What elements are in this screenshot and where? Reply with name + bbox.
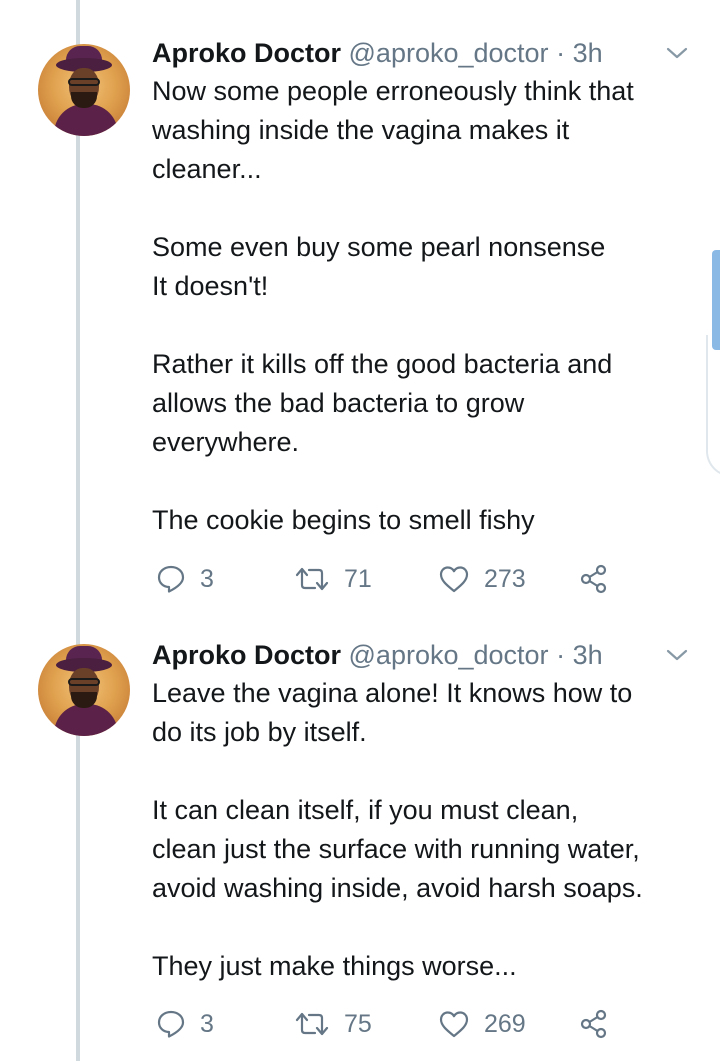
retweet-count: 75 (344, 1009, 372, 1038)
author-handle[interactable]: @aproko_doctor (349, 640, 549, 670)
tweet-text-line: Leave the vagina alone! It knows how to (152, 678, 633, 708)
header-separator: · (556, 640, 566, 670)
reply-button[interactable]: 3 (156, 559, 214, 599)
tweet-timestamp[interactable]: 3h (573, 640, 603, 670)
tweet-text: Now some people erroneously think that w… (152, 72, 712, 540)
author-name[interactable]: Aproko Doctor (152, 38, 341, 68)
retweet-count: 71 (344, 564, 372, 593)
tweet-actions: 3 71 273 (152, 559, 652, 599)
chevron-down-icon[interactable] (664, 642, 690, 668)
tweet-text-line: avoid washing inside, avoid harsh soaps. (152, 873, 643, 903)
tweet-text-line: Now some people erroneously think that (152, 76, 634, 106)
heart-icon (439, 1011, 469, 1038)
tweet-header: Aproko Doctor @aproko_doctor · 3h (152, 636, 603, 674)
tweet-text-line (152, 752, 712, 791)
like-count: 273 (484, 564, 526, 593)
share-icon (580, 1009, 607, 1039)
tweet-text-line: clean just the surface with running wate… (152, 834, 640, 864)
tweet-text-line: allows the bad bacteria to grow (152, 388, 525, 418)
tweet-text-line: It doesn't! (152, 271, 269, 301)
reply-count: 3 (200, 564, 214, 593)
tweet-text-line: everywhere. (152, 427, 300, 457)
tweet-text-line: Rather it kills off the good bacteria an… (152, 349, 613, 379)
like-count: 269 (484, 1009, 526, 1038)
retweet-icon (295, 567, 329, 591)
author-name[interactable]: Aproko Doctor (152, 640, 341, 670)
tweet-text-line: do its job by itself. (152, 717, 367, 747)
share-icon (580, 564, 607, 594)
tweet-header: Aproko Doctor @aproko_doctor · 3h (152, 34, 603, 72)
share-button[interactable] (578, 559, 610, 599)
reply-button[interactable]: 3 (156, 1004, 214, 1044)
tweet-text-line (152, 306, 712, 345)
tweet-1[interactable]: Aproko Doctor @aproko_doctor · 3h Now so… (0, 34, 720, 614)
tweet-text-line (152, 189, 712, 228)
tweet-text-line: It can clean itself, if you must clean, (152, 795, 579, 825)
author-handle[interactable]: @aproko_doctor (349, 38, 549, 68)
header-separator: · (556, 38, 566, 68)
author-avatar[interactable] (38, 44, 130, 136)
reply-icon (157, 1010, 185, 1038)
retweet-button[interactable]: 75 (294, 1004, 372, 1044)
like-button[interactable]: 273 (438, 559, 526, 599)
retweet-icon (295, 1012, 329, 1036)
reply-icon (157, 565, 185, 593)
reply-count: 3 (200, 1009, 214, 1038)
like-button[interactable]: 269 (438, 1004, 526, 1044)
tweet-text-line: cleaner... (152, 154, 262, 184)
tweet-text: Leave the vagina alone! It knows how to … (152, 674, 712, 986)
author-avatar[interactable] (38, 644, 130, 736)
tweet-text-line: washing inside the vagina makes it (152, 115, 570, 145)
tweet-timestamp[interactable]: 3h (573, 38, 603, 68)
tweet-text-line (152, 908, 712, 947)
retweet-button[interactable]: 71 (294, 559, 372, 599)
tweet-text-line: The cookie begins to smell fishy (152, 505, 535, 535)
tweet-2[interactable]: Aproko Doctor @aproko_doctor · 3h Leave … (0, 636, 720, 1061)
chevron-down-icon[interactable] (664, 40, 690, 66)
tweet-text-line: They just make things worse... (152, 951, 517, 981)
tweet-text-line: Some even buy some pearl nonsense (152, 232, 606, 262)
tweet-actions: 3 75 269 (152, 1004, 652, 1044)
share-button[interactable] (578, 1004, 610, 1044)
tweet-text-line (152, 462, 712, 501)
heart-icon (439, 566, 469, 593)
